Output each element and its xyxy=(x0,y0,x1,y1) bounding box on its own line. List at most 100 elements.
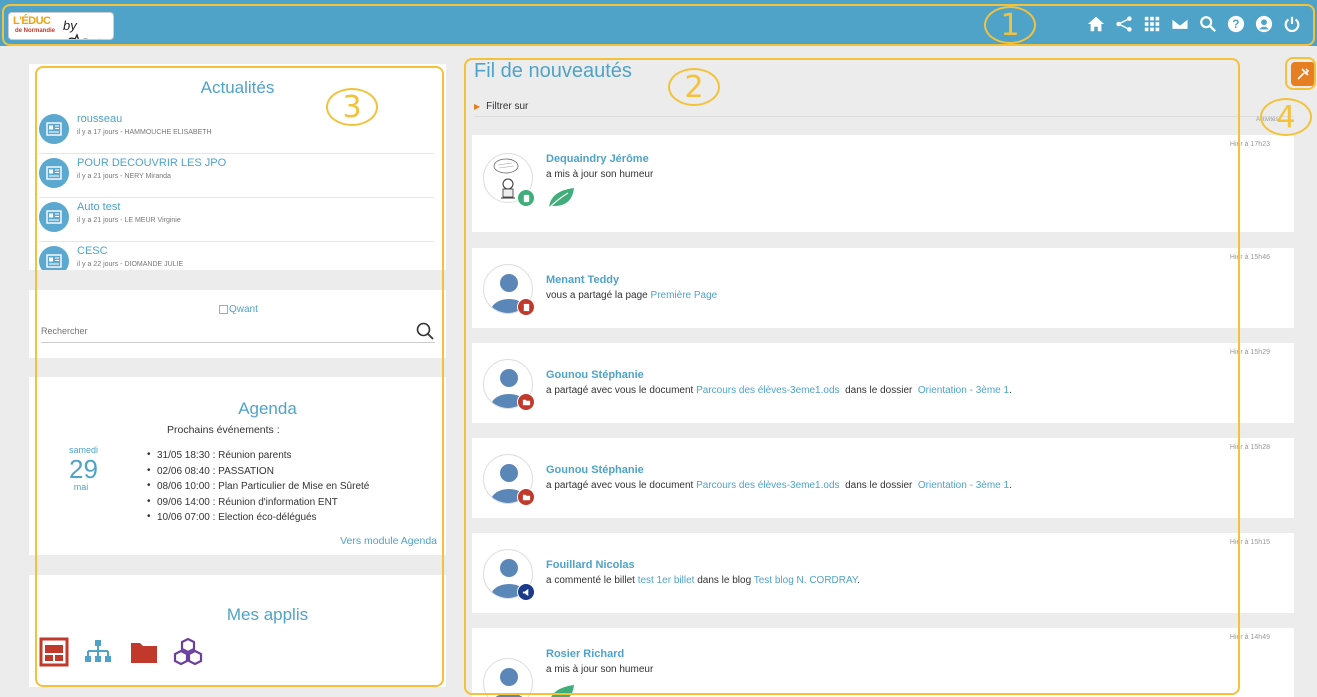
logo-text: L'ÉDUC xyxy=(13,15,51,27)
feed-item-text: a mis à jour son humeur xyxy=(546,169,654,180)
document-link[interactable]: Parcours des élèves-3eme1.ods xyxy=(696,385,839,396)
newspaper-icon xyxy=(39,246,69,270)
page-badge-icon xyxy=(517,298,535,316)
logo-hand-icon xyxy=(68,33,101,39)
home-icon[interactable] xyxy=(1085,13,1107,35)
top-bar: L'ÉDUC de Normandie by ? xyxy=(0,0,1317,46)
shared-page-link[interactable]: Première Page xyxy=(651,290,718,301)
feed-item-date: Hier à 14h49 xyxy=(1229,634,1270,641)
event-item[interactable]: 02/06 08:40 : PASSATION xyxy=(147,465,369,482)
event-list: 31/05 18:30 : Réunion parents 02/06 08:4… xyxy=(147,449,369,528)
feed-item-text-pre: vous a partagé la page xyxy=(546,290,651,301)
logo-by: by xyxy=(63,18,113,39)
feed-item-text: a commenté le billet test 1er billet dan… xyxy=(546,575,860,586)
feed-item-text: vous a partagé la page Première Page xyxy=(546,290,717,301)
event-item[interactable]: 10/06 07:00 : Election éco-délégués xyxy=(147,511,369,528)
mood-badge-icon xyxy=(517,189,535,207)
feed-separator xyxy=(474,116,1294,117)
annotation-label: 4 xyxy=(1276,99,1296,135)
event-item[interactable]: 09/06 14:00 : Réunion d'information ENT xyxy=(147,496,369,513)
news-item-title[interactable]: POUR DECOUVRIR LES JPO xyxy=(77,157,226,169)
qwant-logo-alt: Qwant xyxy=(229,304,258,315)
broken-image-icon xyxy=(219,304,228,314)
blog-link[interactable]: Test blog N. CORDRAY xyxy=(754,575,858,586)
tools-button[interactable] xyxy=(1291,62,1315,86)
feed-item: Rosier Richard a mis à jour son humeur H… xyxy=(472,628,1294,697)
cubes-app-icon[interactable] xyxy=(171,637,205,667)
feed-item-text-pre: a commenté le billet xyxy=(546,575,638,586)
news-item-meta: il y a 21 jours - NERY Miranda xyxy=(77,173,171,180)
folder-link[interactable]: Orientation - 3ème 1 xyxy=(918,480,1009,491)
search-input[interactable] xyxy=(41,321,401,341)
power-icon[interactable] xyxy=(1281,13,1303,35)
folder-link[interactable]: Orientation - 3ème 1 xyxy=(918,385,1009,396)
news-item-title[interactable]: Auto test xyxy=(77,201,120,213)
news-item-meta: il y a 22 jours - DIOMANDE JULIE xyxy=(77,261,184,268)
feed-item-author[interactable]: Menant Teddy xyxy=(546,274,619,286)
feed-item-date: Hier à 15h46 xyxy=(1229,254,1270,261)
document-link[interactable]: Parcours des élèves-3eme1.ods xyxy=(696,480,839,491)
search-field xyxy=(41,321,435,343)
mail-icon[interactable] xyxy=(1169,13,1191,35)
news-item-title[interactable]: CESC xyxy=(77,245,108,257)
feed-title: Fil de nouveautés xyxy=(474,60,632,82)
news-item-meta: il y a 17 jours - HAMMOUCHE ELISABETH xyxy=(77,129,212,136)
agenda-subtitle: Prochains événements : xyxy=(167,424,280,436)
apps-grid-icon[interactable] xyxy=(1141,13,1163,35)
feed-item-author[interactable]: Gounou Stéphanie xyxy=(546,369,644,381)
event-item[interactable]: 31/05 18:30 : Réunion parents xyxy=(147,449,369,466)
search-icon[interactable] xyxy=(1197,13,1219,35)
leaf-mood-icon xyxy=(551,685,574,697)
newspaper-icon xyxy=(39,158,69,188)
news-item[interactable]: CESC il y a 22 jours - DIOMANDE JULIE xyxy=(39,242,434,270)
feed-item-author[interactable]: Fouillard Nicolas xyxy=(546,559,635,571)
agenda-card: Agenda Prochains événements : samedi 29 … xyxy=(29,377,446,555)
user-icon[interactable] xyxy=(1253,13,1275,35)
apps-title: Mes applis xyxy=(226,605,309,624)
feed-item-author[interactable]: Dequaindry Jérôme xyxy=(546,153,649,165)
avatar[interactable] xyxy=(483,658,533,697)
feed-item-text: a partagé avec vous le document Parcours… xyxy=(546,480,1012,491)
event-item[interactable]: 08/06 10:00 : Plan Particulier de Mise e… xyxy=(147,480,369,497)
news-item-meta: il y a 21 jours - LE MEUR Virginie xyxy=(77,217,181,224)
logo-main: L'ÉDUC xyxy=(13,15,51,27)
blog-post-link[interactable]: test 1er billet xyxy=(638,575,695,586)
tools-icon xyxy=(1297,68,1310,80)
news-item[interactable]: rousseau il y a 17 jours - HAMMOUCHE ELI… xyxy=(39,110,434,154)
svg-text:?: ? xyxy=(1232,18,1239,31)
calendar-app-icon[interactable] xyxy=(37,637,71,667)
user-avatar-icon xyxy=(495,668,523,697)
search-card: Qwant xyxy=(29,290,446,358)
folder-badge-icon xyxy=(517,488,535,506)
folder-app-icon[interactable] xyxy=(127,637,161,667)
feed-item-text-mid: dans le dossier xyxy=(839,480,918,491)
filter-label: Filtrer sur xyxy=(486,101,529,112)
qwant-logo: Qwant xyxy=(219,304,258,315)
newspaper-icon xyxy=(39,202,69,232)
logo-sub: de Normandie xyxy=(15,28,56,34)
feed-item-text-mid: dans le blog xyxy=(694,575,754,586)
leaf-mood-icon xyxy=(548,188,574,209)
feed-item-text-mid: dans le dossier xyxy=(839,385,918,396)
share-icon[interactable] xyxy=(1113,13,1135,35)
news-card: Actualités rousseau il y a 17 jours - HA… xyxy=(29,64,446,270)
feed-item-author[interactable]: Rosier Richard xyxy=(546,648,624,660)
sitemap-app-icon[interactable] xyxy=(81,637,115,667)
app-logo[interactable]: L'ÉDUC de Normandie by xyxy=(8,12,114,40)
feed-item-text-post: . xyxy=(857,575,861,586)
feed-item-text-post: . xyxy=(1009,385,1012,396)
feed-item: Gounou Stéphanie a partagé avec vous le … xyxy=(472,438,1294,518)
news-item-title[interactable]: rousseau xyxy=(77,113,122,125)
apps-card: Mes applis xyxy=(29,575,446,687)
help-icon[interactable]: ? xyxy=(1225,13,1247,35)
news-item[interactable]: POUR DECOUVRIR LES JPO il y a 21 jours -… xyxy=(39,154,434,198)
annotation-number: 2 xyxy=(668,68,720,106)
feed-item-author[interactable]: Gounou Stéphanie xyxy=(546,464,644,476)
news-item[interactable]: Auto test il y a 21 jours - LE MEUR Virg… xyxy=(39,198,434,242)
agenda-module-link[interactable]: Vers module Agenda xyxy=(340,535,437,547)
top-icons: ? xyxy=(1085,13,1303,35)
annotation-label: 2 xyxy=(684,69,704,105)
filter-toggle[interactable]: ▶ Filtrer sur xyxy=(474,101,528,112)
search-icon[interactable] xyxy=(415,321,435,341)
feed-item-text: a mis à jour son humeur xyxy=(546,664,654,675)
